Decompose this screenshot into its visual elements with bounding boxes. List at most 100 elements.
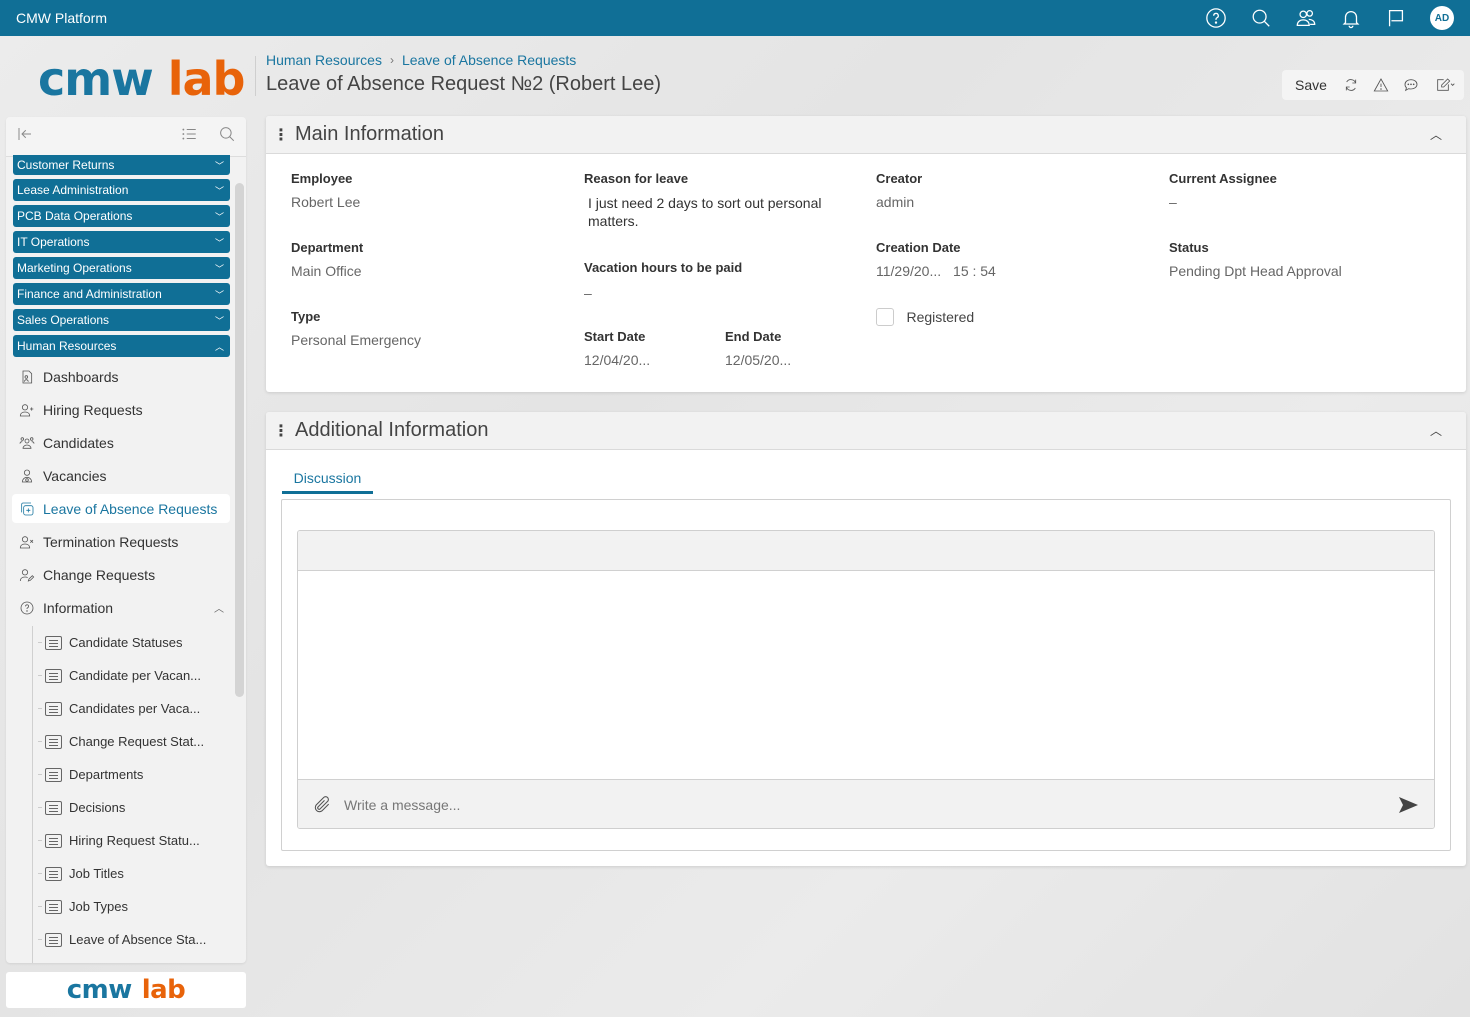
field-vacation-hours: Vacation hours to be paid – [584,260,742,301]
breadcrumb-leave-of-absence-requests[interactable]: Leave of Absence Requests [402,52,576,68]
comment-icon[interactable] [1401,75,1421,95]
field-value[interactable]: 11/29/20... 15 : 54 [876,263,996,279]
sidebar-subitem-candidate-statuses[interactable]: Candidate Statuses [32,626,232,659]
sidebar-subitem-hiring-request-statuses[interactable]: Hiring Request Statu... [32,824,232,857]
sidebar-search-icon[interactable] [218,125,236,148]
sidebar-group-human-resources[interactable]: Human Resources ︿ [13,335,230,357]
save-button[interactable]: Save [1295,77,1327,93]
sidebar-subitem-candidate-per-vacancy[interactable]: Candidate per Vacan... [32,659,232,692]
user-plus-icon [18,401,36,419]
field-value[interactable]: 12/05/20... [725,352,791,368]
sidebar-nav: Customer Returns ﹀ Lease Administration ﹀ … [6,155,232,963]
nav-label: Termination Requests [43,533,179,550]
sidebar-item-information[interactable]: Information ︿ [12,593,230,622]
breadcrumb: Human Resources › Leave of Absence Reque… [266,52,576,68]
chevron-up-icon[interactable]: ︿ [1430,126,1442,143]
refresh-icon[interactable] [1341,75,1361,95]
field-employee: Employee Robert Lee [291,171,360,210]
field-creator: Creator admin [876,171,922,210]
dashboard-icon [18,368,36,386]
chevron-up-icon[interactable]: ︿ [1430,422,1442,439]
subitem-label: Change Request Stat... [69,734,205,749]
chevron-down-icon: ﹀ [214,289,224,300]
list-icon [45,635,62,650]
field-value[interactable]: Main Office [291,263,363,279]
sidebar-scrollbar[interactable] [235,183,244,697]
field-label: Status [1169,240,1209,255]
field-label: Department [291,240,364,255]
help-icon[interactable] [1193,0,1238,36]
registered-label: Registered [906,309,975,325]
sidebar-item-change-requests[interactable]: Change Requests [12,560,230,589]
field-value[interactable]: Robert Lee [291,194,360,210]
bell-icon[interactable] [1328,0,1373,36]
field-label: Start Date [584,329,646,344]
logo-lab: lab [167,52,246,106]
field-value[interactable]: Pending Dpt Head Approval [1169,263,1342,279]
field-current-assignee: Current Assignee – [1169,171,1277,210]
nav-label: Hiring Requests [43,401,143,418]
field-label: Vacation hours to be paid [584,260,743,275]
field-value[interactable]: admin [876,194,922,210]
sidebar-item-dashboards[interactable]: Dashboards [12,362,230,391]
attach-icon[interactable] [312,795,332,815]
sidebar-group-pcb-data-operations[interactable]: PCB Data Operations ﹀ [13,205,230,227]
drag-handle-icon[interactable]: ⋮ [273,421,289,441]
sidebar-subitem-departments[interactable]: Departments [32,758,232,791]
warning-icon[interactable] [1371,75,1391,95]
field-label: Reason for leave [584,171,689,186]
users-icon[interactable] [1283,0,1328,36]
field-value[interactable]: – [584,285,742,301]
edit-menu-icon[interactable] [1431,75,1459,95]
group-label: IT Operations [17,235,90,249]
sidebar-group-sales-operations[interactable]: Sales Operations ﹀ [13,309,230,331]
field-label: Employee [291,171,353,186]
chevron-up-icon[interactable]: ︿ [214,600,224,615]
field-value[interactable]: I just need 2 days to sort out personal … [588,194,849,230]
sidebar-group-lease-administration[interactable]: Lease Administration ﹀ [13,179,230,201]
sidebar-item-termination-requests[interactable]: Termination Requests [12,527,230,556]
logo-cmw: cmw [38,52,154,106]
drag-handle-icon[interactable]: ⋮ [273,125,289,145]
list-icon [45,734,62,749]
send-icon[interactable] [1396,793,1420,817]
field-label: Creator [876,171,923,186]
avatar[interactable]: AD [1430,6,1454,30]
search-icon[interactable] [1238,0,1283,36]
sidebar-group-it-operations[interactable]: IT Operations ﹀ [13,231,230,253]
logo[interactable]: cmw lab [38,52,246,106]
field-value[interactable]: Personal Emergency [291,332,421,348]
sidebar-item-leave-of-absence-requests[interactable]: Leave of Absence Requests [12,494,230,523]
field-department: Department Main Office [291,240,363,279]
sidebar-subitem-leave-of-absence-statuses[interactable]: Leave of Absence Sta... [32,923,232,956]
sidebar-subitem-decisions[interactable]: Decisions [32,791,232,824]
list-view-icon[interactable] [180,125,198,148]
sidebar-subitem-candidates-per-vacancy[interactable]: Candidates per Vaca... [32,692,232,725]
subitem-label: Candidates per Vaca... [69,701,201,716]
sidebar-group-customer-returns[interactable]: Customer Returns ﹀ [13,155,230,175]
nav-label: Change Requests [43,566,156,583]
field-value[interactable]: – [1169,194,1277,210]
sidebar-group-marketing-operations[interactable]: Marketing Operations ﹀ [13,257,230,279]
sidebar-item-vacancies[interactable]: Vacancies [12,461,230,490]
user-edit-icon [18,566,36,584]
sidebar-item-candidates[interactable]: Candidates [12,428,230,457]
collapse-sidebar-icon[interactable] [16,125,34,148]
sidebar-subitem-job-titles[interactable]: Job Titles [32,857,232,890]
tree-rail [32,626,33,963]
sidebar-subitem-job-types[interactable]: Job Types [32,890,232,923]
vacancy-icon [18,467,36,485]
field-label: End Date [725,329,782,344]
discussion-widget [297,530,1435,829]
field-value[interactable]: 12/04/20... [584,352,650,368]
flag-icon[interactable] [1373,0,1418,36]
sidebar-group-finance-and-administration[interactable]: Finance and Administration ﹀ [13,283,230,305]
tree-connector [38,807,42,808]
sidebar-item-hiring-requests[interactable]: Hiring Requests [12,395,230,424]
registered-checkbox[interactable] [876,308,894,326]
sidebar-subitem-change-request-statuses[interactable]: Change Request Stat... [32,725,232,758]
tab-discussion[interactable]: Discussion [282,470,373,494]
list-icon [45,932,62,947]
message-input[interactable] [344,796,1396,813]
breadcrumb-human-resources[interactable]: Human Resources [266,52,382,68]
